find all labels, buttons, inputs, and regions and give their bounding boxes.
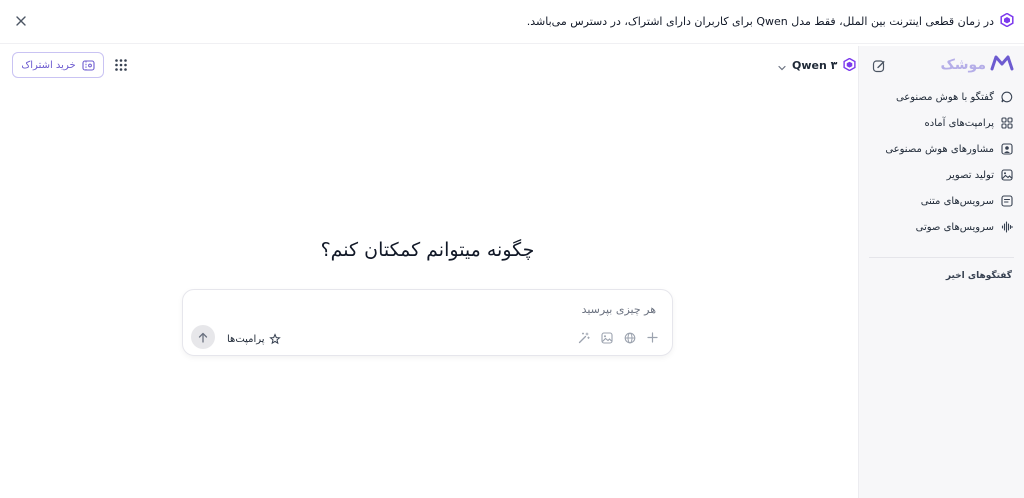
arrow-up-icon xyxy=(198,328,208,347)
prompts-label: پرامپت‌ها xyxy=(227,334,265,345)
model-name: Qwen ۳ xyxy=(792,59,838,72)
sidebar-nav: گفتگو با هوش مصنوعی پرامپت‌های آماده مشا… xyxy=(867,84,1014,240)
composer-tools xyxy=(576,330,660,345)
banner-content: در زمان قطعی اینترنت بین الملل، فقط مدل … xyxy=(527,12,1014,31)
send-button[interactable] xyxy=(191,325,215,349)
buy-subscription-label: خرید اشتراک xyxy=(21,59,76,71)
brand-logo[interactable]: موشک xyxy=(940,55,1014,75)
sidebar-item-label: پرامپت‌های آماده xyxy=(924,117,994,129)
sidebar-item-label: گفتگو با هوش مصنوعی xyxy=(895,91,994,103)
image-icon[interactable] xyxy=(599,330,614,345)
sidebar-item-ai-chat[interactable]: گفتگو با هوش مصنوعی xyxy=(867,84,1014,110)
sidebar-item-label: مشاورهای هوش مصنوعی xyxy=(885,143,994,155)
magic-wand-icon[interactable] xyxy=(576,330,591,345)
image-icon xyxy=(1000,168,1014,182)
sidebar-item-text-services[interactable]: سرویس‌های متنی xyxy=(867,188,1014,214)
recent-chats-heading: گفتگوهای اخیر xyxy=(945,271,1012,281)
grid-icon xyxy=(1000,116,1014,130)
advisor-icon xyxy=(1000,142,1014,156)
qwen-logo-icon xyxy=(843,56,856,75)
model-selector[interactable]: Qwen ۳ xyxy=(778,56,856,75)
sidebar-header: موشک xyxy=(867,54,1014,78)
sidebar-item-advisors[interactable]: مشاورهای هوش مصنوعی xyxy=(867,136,1014,162)
audio-wave-icon xyxy=(1000,220,1014,234)
close-icon[interactable] xyxy=(12,12,30,30)
sidebar-item-label: تولید تصویر xyxy=(946,169,994,181)
sidebar-item-audio-services[interactable]: سرویس‌های صوتی xyxy=(867,214,1014,240)
edit-icon[interactable] xyxy=(869,56,889,76)
sidebar-item-label: سرویس‌های صوتی xyxy=(915,221,994,233)
text-doc-icon xyxy=(1000,194,1014,208)
buy-subscription-button[interactable]: خرید اشتراک xyxy=(12,52,104,78)
sparkle-star-icon xyxy=(268,330,281,349)
page-title: چگونه میتوانم کمکتان کنم؟ xyxy=(320,239,535,261)
announcement-banner: در زمان قطعی اینترنت بین الملل، فقط مدل … xyxy=(0,0,1024,44)
apps-grid-icon[interactable] xyxy=(114,57,128,71)
chat-composer: پرامپت‌ها xyxy=(182,289,673,356)
globe-icon[interactable] xyxy=(622,330,637,345)
plus-icon[interactable] xyxy=(645,330,660,345)
prompts-button[interactable]: پرامپت‌ها xyxy=(227,330,281,349)
mooshak-logo-icon xyxy=(990,55,1014,75)
sidebar-divider xyxy=(869,257,1014,258)
chat-bubble-icon xyxy=(1000,90,1014,104)
brand-name: موشک xyxy=(940,57,986,73)
chevron-down-icon xyxy=(778,56,786,75)
chat-input[interactable] xyxy=(216,300,656,318)
qwen-logo-icon xyxy=(1000,12,1014,31)
sidebar: موشک گفتگو با هوش مصنوعی پرامپت‌های آماد… xyxy=(858,46,1024,498)
ticket-icon xyxy=(82,56,95,75)
sidebar-item-prompts[interactable]: پرامپت‌های آماده xyxy=(867,110,1014,136)
banner-text: در زمان قطعی اینترنت بین الملل، فقط مدل … xyxy=(526,15,994,28)
sidebar-item-image-generation[interactable]: تولید تصویر xyxy=(867,162,1014,188)
sidebar-item-label: سرویس‌های متنی xyxy=(920,195,994,207)
